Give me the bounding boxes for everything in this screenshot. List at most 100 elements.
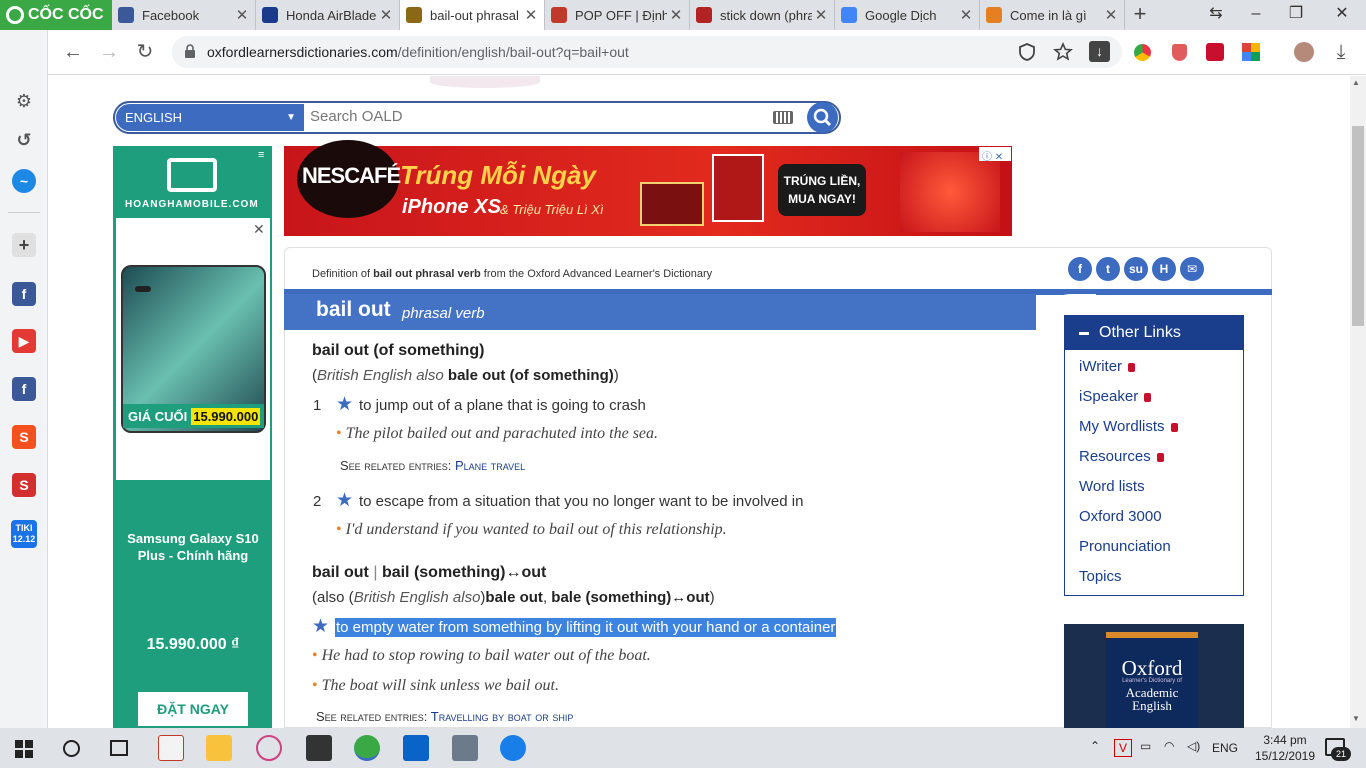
tab-7[interactable]: Come in là gì ✕ bbox=[980, 0, 1125, 30]
forward-button[interactable]: → bbox=[96, 40, 122, 66]
youtube-icon[interactable]: ▶ bbox=[12, 329, 36, 353]
messenger-icon[interactable]: ~ bbox=[12, 169, 36, 193]
download-page-icon[interactable]: ↓ bbox=[1089, 41, 1110, 62]
minimize-button[interactable]: – bbox=[1236, 0, 1276, 30]
selected-definition-text[interactable]: to empty water from something by lifting… bbox=[335, 618, 837, 637]
profile-avatar[interactable] bbox=[1294, 42, 1314, 62]
sticky-app-icon[interactable] bbox=[306, 735, 332, 761]
vietkey-icon[interactable]: V bbox=[1114, 739, 1132, 757]
url-text[interactable]: oxfordlearnersdictionaries.com/definitio… bbox=[207, 44, 629, 60]
wifi-icon[interactable]: ◠ bbox=[1164, 739, 1174, 753]
settings-gear-icon[interactable]: ⚙ bbox=[12, 89, 36, 113]
tab-close-icon[interactable]: ✕ bbox=[812, 6, 830, 24]
sendo-icon[interactable]: S bbox=[12, 473, 36, 497]
back-button[interactable]: ← bbox=[60, 40, 86, 66]
extension-shield-icon[interactable] bbox=[1172, 44, 1187, 61]
history-icon[interactable]: ↺ bbox=[12, 128, 36, 152]
tab-4[interactable]: POP OFF | Định n✕ bbox=[545, 0, 690, 30]
language-indicator[interactable]: ENG bbox=[1212, 741, 1238, 755]
battery-icon[interactable]: ▭ bbox=[1140, 739, 1151, 753]
tab-close-icon[interactable]: ✕ bbox=[667, 6, 685, 24]
bookmark-star-icon[interactable] bbox=[1053, 42, 1073, 62]
related-topic-link[interactable]: Plane travel bbox=[455, 458, 525, 473]
example-sentence: • He had to stop rowing to bail water out… bbox=[312, 647, 651, 665]
maximize-button[interactable]: ❐ bbox=[1276, 0, 1316, 30]
ad-close-icon[interactable]: ✕ bbox=[253, 221, 265, 238]
windows-start-icon[interactable] bbox=[15, 740, 33, 758]
tab-2[interactable]: Honda AirBlade ✕ bbox=[256, 0, 400, 30]
tab-close-icon[interactable]: ✕ bbox=[957, 6, 975, 24]
lock-icon[interactable] bbox=[184, 44, 196, 58]
tab-title: stick down (phra bbox=[720, 7, 812, 23]
adchoices-icon[interactable]: ⓘ ✕ bbox=[979, 147, 1011, 163]
reload-button[interactable]: ↻ bbox=[132, 40, 158, 66]
shopee-icon[interactable]: S bbox=[12, 425, 36, 449]
search-icon bbox=[813, 108, 832, 127]
dictionary-select[interactable]: ENGLISH ▼ bbox=[116, 104, 304, 131]
tab-1[interactable]: Facebook ✕ bbox=[112, 0, 256, 30]
facebook-share-icon[interactable]: f bbox=[1068, 257, 1092, 281]
scrollbar-thumb[interactable] bbox=[1352, 126, 1364, 326]
shield-icon[interactable] bbox=[1017, 42, 1037, 62]
tab-6[interactable]: Google Dịch ✕ bbox=[835, 0, 980, 30]
other-link-item[interactable]: iSpeaker bbox=[1079, 388, 1152, 405]
order-now-button[interactable]: ĐẶT NGAY bbox=[138, 692, 248, 726]
other-link-item[interactable]: Pronunciation bbox=[1079, 538, 1171, 555]
browser-menu-button[interactable]: CỐC CỐC bbox=[0, 0, 112, 30]
ad-menu-icon[interactable]: ≡ bbox=[258, 149, 264, 161]
new-tab-button[interactable]: + bbox=[1127, 3, 1153, 27]
tab-close-icon[interactable]: ✕ bbox=[377, 6, 395, 24]
twitter-share-icon[interactable]: t bbox=[1096, 257, 1120, 281]
oxford3000-star-icon: ★ bbox=[336, 490, 354, 511]
extension-red-icon[interactable] bbox=[1206, 43, 1224, 61]
extension-chrome-icon[interactable] bbox=[1134, 44, 1151, 61]
other-link-item[interactable]: Topics bbox=[1079, 568, 1122, 585]
show-hidden-icons[interactable]: ⌃ bbox=[1090, 739, 1100, 753]
zalo-icon[interactable] bbox=[500, 735, 526, 761]
hi-share-icon[interactable]: H bbox=[1152, 257, 1176, 281]
search-input[interactable]: Search OALD bbox=[310, 108, 403, 125]
taskbar-app-icon[interactable] bbox=[158, 735, 184, 761]
add-panel-icon[interactable]: + bbox=[12, 233, 36, 257]
stumbleupon-share-icon[interactable]: su bbox=[1124, 257, 1148, 281]
taskbar-app-icon[interactable] bbox=[452, 735, 478, 761]
extension-colors-icon[interactable] bbox=[1242, 43, 1260, 61]
other-link-item[interactable]: iWriter bbox=[1079, 358, 1136, 375]
taskbar-app-icon[interactable] bbox=[256, 735, 282, 761]
keyboard-icon[interactable] bbox=[773, 111, 793, 124]
facebook-icon[interactable]: f bbox=[12, 282, 36, 306]
also-label: British English also bbox=[353, 589, 481, 606]
related-topic-link[interactable]: Travelling by boat or ship bbox=[431, 709, 574, 724]
other-link-item[interactable]: Oxford 3000 bbox=[1079, 508, 1162, 525]
other-link-item[interactable]: Resources bbox=[1079, 448, 1164, 465]
file-explorer-icon[interactable] bbox=[206, 735, 232, 761]
scroll-up-icon[interactable]: ▲ bbox=[1352, 78, 1360, 87]
tab-close-icon[interactable]: ✕ bbox=[233, 6, 251, 24]
email-share-icon[interactable]: ✉ bbox=[1180, 257, 1204, 281]
top-ad-cta-button[interactable]: TRÚNG LIỀN, MUA NGAY! bbox=[778, 164, 866, 216]
cortana-search-icon[interactable] bbox=[63, 740, 80, 757]
other-link-item[interactable]: Word lists bbox=[1079, 478, 1145, 495]
coccoc-taskbar-icon[interactable] bbox=[354, 735, 380, 761]
sense-group1-form: bail out (of something) bbox=[312, 342, 484, 360]
tab-search-icon[interactable]: ⇆ bbox=[1196, 0, 1236, 30]
tab-favicon-icon bbox=[841, 7, 857, 23]
scroll-down-icon[interactable]: ▼ bbox=[1352, 714, 1360, 723]
tab-close-icon[interactable]: ✕ bbox=[1102, 6, 1120, 24]
outlook-icon[interactable] bbox=[403, 735, 429, 761]
search-button[interactable] bbox=[807, 102, 838, 133]
tab-close-icon[interactable]: ✕ bbox=[522, 6, 540, 24]
other-links-header[interactable]: Other Links bbox=[1065, 316, 1243, 350]
volume-icon[interactable]: ◁) bbox=[1187, 739, 1200, 753]
facebook-icon[interactable]: f bbox=[12, 377, 36, 401]
see-related-entries: See related entries: Travelling by boat … bbox=[316, 709, 573, 724]
tab-5[interactable]: stick down (phra ✕ bbox=[690, 0, 835, 30]
other-link-item[interactable]: My Wordlists bbox=[1079, 418, 1178, 435]
taskbar-clock[interactable]: 3:44 pm 15/12/2019 bbox=[1250, 732, 1320, 764]
downloads-icon[interactable]: ⤓ bbox=[1328, 40, 1354, 66]
tiki-icon[interactable]: TIKI 12.12 bbox=[11, 520, 37, 548]
example-text: He had to stop rowing to bail water out … bbox=[321, 647, 651, 664]
tab-3[interactable]: bail-out phrasal ✕ bbox=[400, 0, 545, 30]
close-window-button[interactable]: ✕ bbox=[1322, 0, 1362, 30]
task-view-icon[interactable] bbox=[110, 740, 128, 756]
